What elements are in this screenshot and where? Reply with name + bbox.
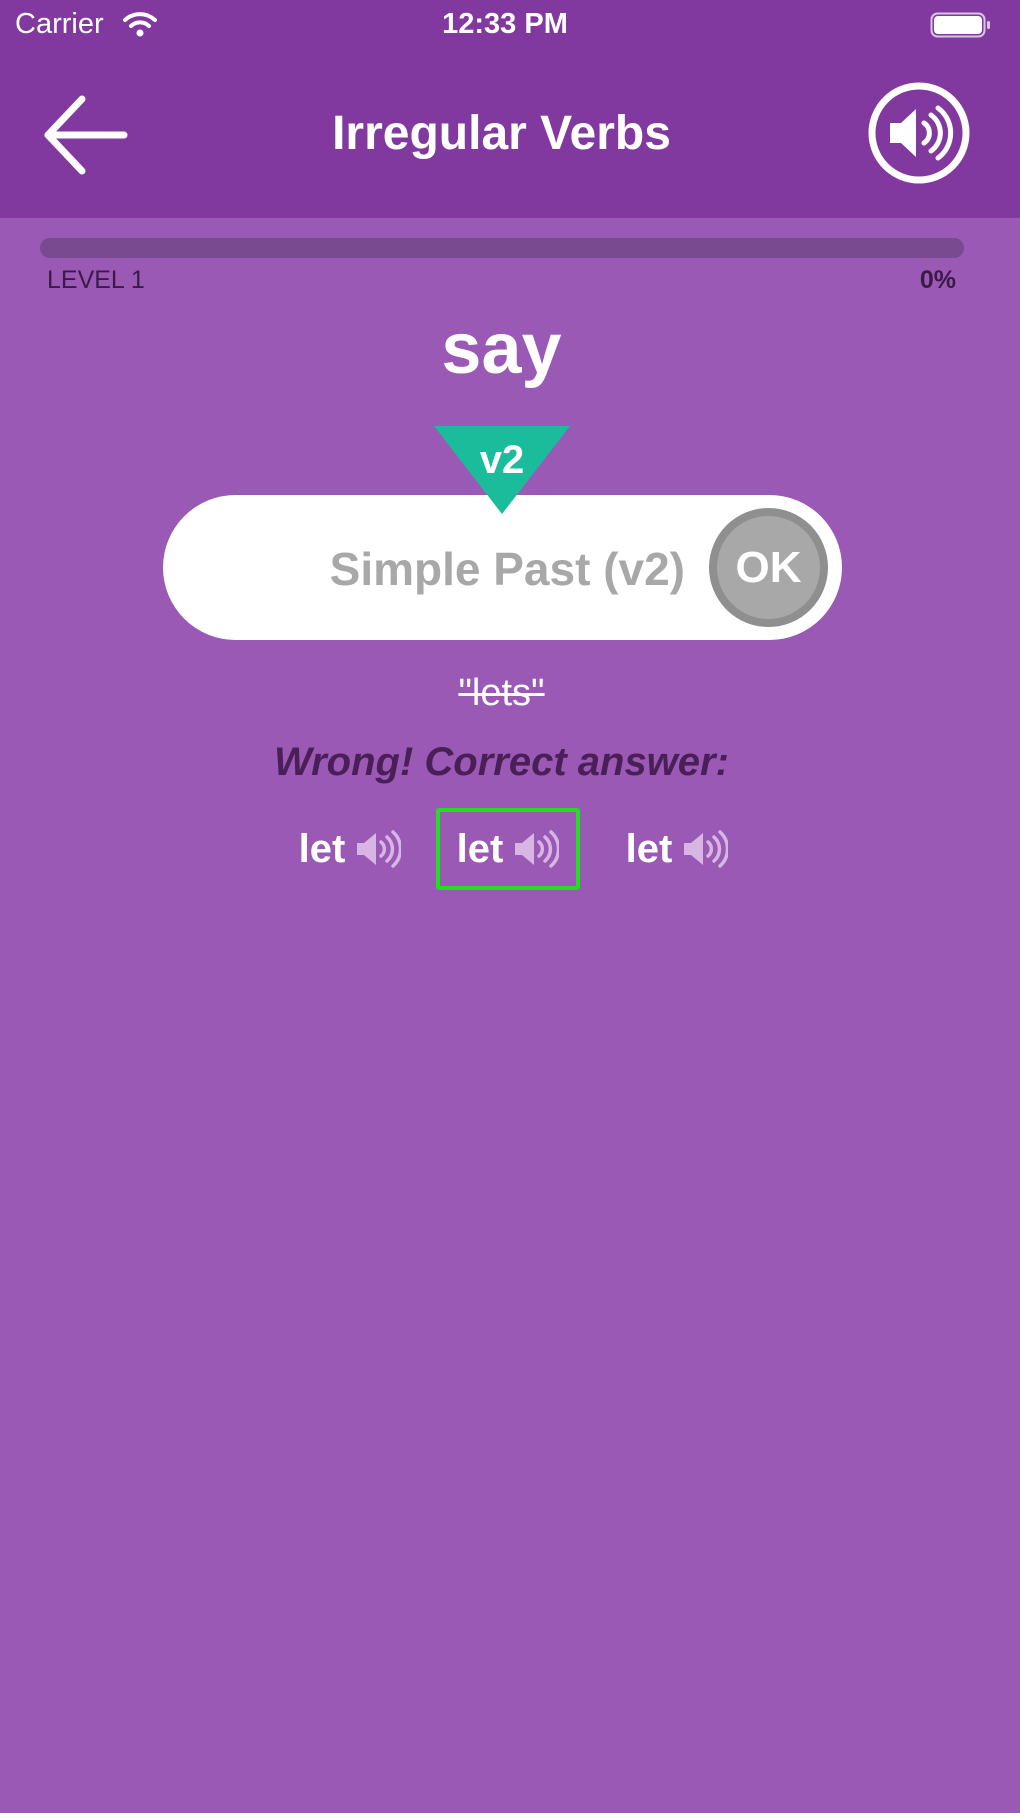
feedback-message: Wrong! Correct answer: <box>274 740 729 784</box>
level-label: LEVEL 1 <box>47 266 145 294</box>
ok-button[interactable]: OK <box>709 508 828 627</box>
status-time: 12:33 PM <box>442 8 568 40</box>
speaker-icon <box>515 830 560 868</box>
correct-form-text: let <box>298 826 346 871</box>
answer-input[interactable] <box>193 495 687 642</box>
correct-form-v2[interactable]: let <box>436 808 580 890</box>
progress-bar <box>40 238 964 258</box>
speaker-icon <box>357 830 402 868</box>
answer-pill: OK <box>163 495 842 642</box>
speaker-icon <box>684 830 729 868</box>
correct-form-v1[interactable]: let <box>290 808 410 890</box>
battery-icon <box>930 12 990 38</box>
sound-toggle-button[interactable] <box>868 82 970 184</box>
progress-percent: 0% <box>919 266 956 294</box>
correct-form-text: let <box>625 826 673 871</box>
verb-word: say <box>441 309 562 389</box>
page-title: Irregular Verbs <box>332 107 671 160</box>
status-bar: Carrier 12:33 PM <box>0 0 1020 52</box>
correct-form-text: let <box>456 826 504 871</box>
header: Carrier 12:33 PM Irregular Verbs <box>0 0 1020 218</box>
user-answer: "lets" <box>458 672 545 714</box>
speaker-icon <box>890 105 954 161</box>
form-marker-label: v2 <box>479 438 525 482</box>
screen: Carrier 12:33 PM Irregular Verbs LEVEL 1… <box>0 0 1020 1813</box>
form-marker: v2 <box>434 426 570 514</box>
correct-form-v3[interactable]: let <box>617 808 737 890</box>
